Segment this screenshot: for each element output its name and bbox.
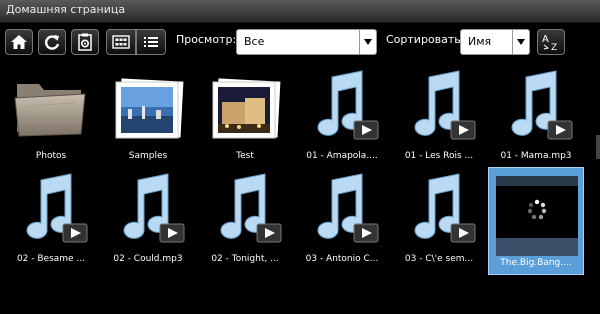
list-view-icon	[144, 37, 158, 47]
svg-text:A: A	[542, 34, 549, 45]
settings-icon	[78, 33, 92, 51]
view-select-value: Все	[244, 35, 265, 48]
item-name: 02 - Besame ...	[16, 254, 86, 264]
title-bar: Домашняя страница	[0, 0, 600, 23]
folder-item-samples[interactable]: Samples	[102, 67, 194, 173]
refresh-icon	[45, 35, 60, 50]
sort-label: Сортировать:	[386, 33, 465, 46]
folder-item-photos[interactable]: Photos	[5, 67, 97, 173]
video-thumbnail	[495, 174, 579, 258]
music-note-icon	[397, 170, 481, 254]
scrollbar-edge[interactable]	[596, 135, 600, 159]
music-note-icon	[106, 170, 190, 254]
file-item-music[interactable]: 02 - Tonight, ...	[199, 170, 291, 276]
music-note-icon	[397, 67, 481, 151]
item-name: 01 - Amapola....	[306, 151, 378, 161]
file-item-music[interactable]: 02 - Besame ...	[5, 170, 97, 276]
folder-icon	[9, 67, 93, 151]
item-name: 02 - Could.mp3	[113, 254, 183, 264]
photo-folder-icon	[203, 67, 287, 151]
view-select[interactable]: Все	[236, 29, 377, 55]
svg-text:Z: Z	[551, 43, 557, 52]
sort-select-value: Имя	[468, 35, 492, 48]
sort-select[interactable]: Имя	[460, 29, 530, 55]
item-name: Test	[236, 151, 254, 161]
home-button[interactable]	[5, 29, 33, 55]
music-note-icon	[494, 67, 578, 151]
file-item-music[interactable]: 01 - Les Rois ...	[393, 67, 485, 173]
file-item-music[interactable]: 03 - C\'e sem...	[393, 170, 485, 276]
file-item-video-selected[interactable]: The.Big.Bang....	[488, 167, 584, 275]
settings-button[interactable]	[71, 29, 99, 55]
item-name: 03 - Antonio C...	[305, 254, 379, 264]
window-title: Домашняя страница	[6, 3, 126, 16]
refresh-button[interactable]	[38, 29, 66, 55]
file-item-music[interactable]: 02 - Could.mp3	[102, 170, 194, 276]
home-icon	[11, 35, 27, 49]
music-note-icon	[9, 170, 93, 254]
item-name: 03 - C\'e sem...	[404, 254, 474, 264]
music-note-icon	[300, 67, 384, 151]
sort-direction-button[interactable]: A Z	[537, 29, 565, 55]
item-name: Samples	[128, 151, 168, 161]
grid-view-button[interactable]	[106, 29, 136, 55]
item-name: 02 - Tonight, ...	[211, 254, 279, 264]
list-view-button[interactable]	[136, 29, 166, 55]
file-item-music[interactable]: 03 - Antonio C...	[296, 170, 388, 276]
toolbar: Просмотр: Все Сортировать: Имя A Z	[0, 23, 600, 61]
grid-view-icon	[112, 35, 130, 49]
music-note-icon	[300, 170, 384, 254]
photo-folder-icon	[106, 67, 190, 151]
item-name: Photos	[35, 151, 67, 161]
sort-az-icon: A Z	[542, 34, 557, 52]
chevron-down-icon[interactable]	[359, 30, 376, 54]
chevron-down-icon[interactable]	[512, 30, 529, 54]
file-item-music[interactable]: 01 - Mama.mp3	[490, 67, 582, 173]
item-name: 01 - Mama.mp3	[500, 151, 572, 161]
item-name: The.Big.Bang....	[500, 258, 572, 268]
music-note-icon	[203, 170, 287, 254]
file-item-music[interactable]: 01 - Amapola....	[296, 67, 388, 173]
item-name: 01 - Les Rois ...	[404, 151, 474, 161]
view-label: Просмотр:	[176, 33, 237, 46]
folder-item-test[interactable]: Test	[199, 67, 291, 173]
